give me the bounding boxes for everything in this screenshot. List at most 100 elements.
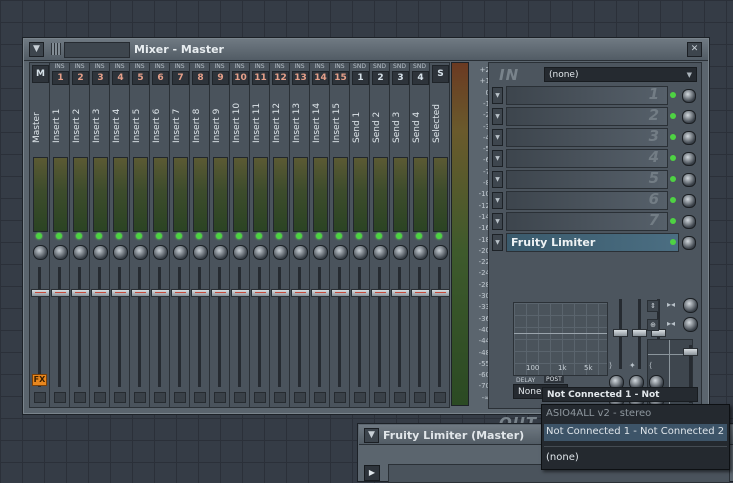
slot-menu-button[interactable]: ▼ xyxy=(492,192,503,209)
channel-strip[interactable]: SND 4 Send 4 xyxy=(409,62,430,408)
strip-enable-led[interactable] xyxy=(296,233,302,239)
save-icon[interactable] xyxy=(334,392,346,403)
slot-menu-button[interactable]: ▼ xyxy=(492,87,503,104)
limiter-menu-button[interactable]: ▼ xyxy=(364,428,379,443)
volume-fader-track[interactable] xyxy=(358,267,361,387)
pan-knob[interactable] xyxy=(233,245,248,260)
pan-knob[interactable] xyxy=(153,245,168,260)
volume-fader-handle[interactable] xyxy=(171,289,190,297)
strip-number[interactable]: 1 xyxy=(352,71,369,85)
channel-strip[interactable]: INS 5 Insert 5 xyxy=(129,62,150,408)
volume-fader-track[interactable] xyxy=(178,267,181,387)
save-icon[interactable] xyxy=(414,392,426,403)
title-bar[interactable]: ▼ Mixer - Master ✕ xyxy=(24,39,708,61)
effect-slot[interactable]: 6 xyxy=(506,190,668,210)
volume-fader-track[interactable] xyxy=(338,267,341,387)
strip-enable-led[interactable] xyxy=(156,233,162,239)
strip-number[interactable]: 8 xyxy=(192,71,209,85)
volume-fader-handle[interactable] xyxy=(231,289,250,297)
effect-slot[interactable]: 4 xyxy=(506,148,668,168)
slot-mix-knob[interactable] xyxy=(682,89,696,103)
channel-strip[interactable]: INS 15 Insert 15 xyxy=(329,62,350,408)
channel-strip[interactable]: SND 1 Send 1 xyxy=(349,62,370,408)
slot-mix-knob[interactable] xyxy=(682,236,696,250)
pan-knob[interactable] xyxy=(213,245,228,260)
strip-number[interactable]: 3 xyxy=(92,71,109,85)
save-icon[interactable] xyxy=(394,392,406,403)
pan-knob[interactable] xyxy=(353,245,368,260)
master-strip[interactable]: M Master FX xyxy=(29,62,50,408)
channel-strip[interactable]: INS 1 Insert 1 xyxy=(49,62,70,408)
channel-strip[interactable]: INS 11 Insert 11 xyxy=(249,62,270,408)
strip-enable-led[interactable] xyxy=(356,233,362,239)
pan-knob[interactable] xyxy=(73,245,88,260)
slot-enable-led[interactable] xyxy=(670,176,676,182)
play-icon[interactable]: ▶ xyxy=(364,465,380,481)
save-icon[interactable] xyxy=(194,392,206,403)
save-icon[interactable] xyxy=(434,392,446,403)
pan-knob[interactable] xyxy=(373,245,388,260)
save-icon[interactable] xyxy=(114,392,126,403)
volume-fader-handle[interactable] xyxy=(91,289,110,297)
volume-fader-handle[interactable] xyxy=(211,289,230,297)
volume-fader-handle[interactable] xyxy=(331,289,350,297)
channel-strip[interactable]: INS 13 Insert 13 xyxy=(289,62,310,408)
strip-number[interactable]: 6 xyxy=(152,71,169,85)
pan-knob[interactable] xyxy=(333,245,348,260)
volume-fader-track[interactable] xyxy=(318,267,321,387)
save-icon[interactable] xyxy=(134,392,146,403)
channel-strip[interactable]: INS 3 Insert 3 xyxy=(89,62,110,408)
close-button[interactable]: ✕ xyxy=(687,42,702,57)
save-icon[interactable] xyxy=(54,392,66,403)
strip-enable-led[interactable] xyxy=(96,233,102,239)
volume-fader-track[interactable] xyxy=(78,267,81,387)
input-select[interactable]: (none) ▼ xyxy=(544,67,697,82)
effect-slot[interactable]: 5 xyxy=(506,169,668,189)
strip-number[interactable]: 11 xyxy=(252,71,269,85)
strip-number[interactable]: 10 xyxy=(232,71,249,85)
volume-fader-handle[interactable] xyxy=(391,289,410,297)
pan-knob[interactable] xyxy=(53,245,68,260)
strip-enable-led[interactable] xyxy=(236,233,242,239)
selected-strip[interactable]: S Selected xyxy=(429,62,450,408)
channel-strip[interactable]: SND 2 Send 2 xyxy=(369,62,390,408)
strip-number[interactable]: 4 xyxy=(112,71,129,85)
save-icon[interactable] xyxy=(254,392,266,403)
channel-strip[interactable]: INS 6 Insert 6 xyxy=(149,62,170,408)
volume-fader-track[interactable] xyxy=(218,267,221,387)
save-icon[interactable] xyxy=(354,392,366,403)
volume-fader-handle[interactable] xyxy=(411,289,430,297)
save-icon[interactable] xyxy=(274,392,286,403)
save-icon[interactable] xyxy=(234,392,246,403)
volume-fader-handle[interactable] xyxy=(71,289,90,297)
save-icon[interactable] xyxy=(34,392,46,403)
volume-fader-handle[interactable] xyxy=(251,289,270,297)
pan-knob[interactable] xyxy=(113,245,128,260)
save-icon[interactable] xyxy=(294,392,306,403)
strip-number[interactable]: 7 xyxy=(172,71,189,85)
save-icon[interactable] xyxy=(154,392,166,403)
volume-fader-handle[interactable] xyxy=(31,289,50,297)
volume-fader-track[interactable] xyxy=(258,267,261,387)
strip-enable-led[interactable] xyxy=(136,233,142,239)
slot-mix-knob[interactable] xyxy=(682,215,696,229)
volume-fader-track[interactable] xyxy=(278,267,281,387)
effect-slot[interactable]: 7 xyxy=(506,211,668,231)
volume-fader-track[interactable] xyxy=(118,267,121,387)
save-icon[interactable] xyxy=(214,392,226,403)
save-icon[interactable] xyxy=(74,392,86,403)
pan-knob[interactable] xyxy=(393,245,408,260)
volume-fader-track[interactable] xyxy=(378,267,381,387)
volume-fader-handle[interactable] xyxy=(271,289,290,297)
strip-number[interactable]: 1 xyxy=(52,71,69,85)
slot-menu-button[interactable]: ▼ xyxy=(492,108,503,125)
volume-fader-track[interactable] xyxy=(198,267,201,387)
slot-menu-button[interactable]: ▼ xyxy=(492,213,503,230)
pan-knob[interactable] xyxy=(253,245,268,260)
strip-number[interactable]: 2 xyxy=(372,71,389,85)
volume-fader-track[interactable] xyxy=(98,267,101,387)
selected-badge[interactable]: S xyxy=(432,65,449,83)
channel-strip[interactable]: INS 12 Insert 12 xyxy=(269,62,290,408)
pan-knob[interactable] xyxy=(293,245,308,260)
volume-fader-handle[interactable] xyxy=(351,289,370,297)
